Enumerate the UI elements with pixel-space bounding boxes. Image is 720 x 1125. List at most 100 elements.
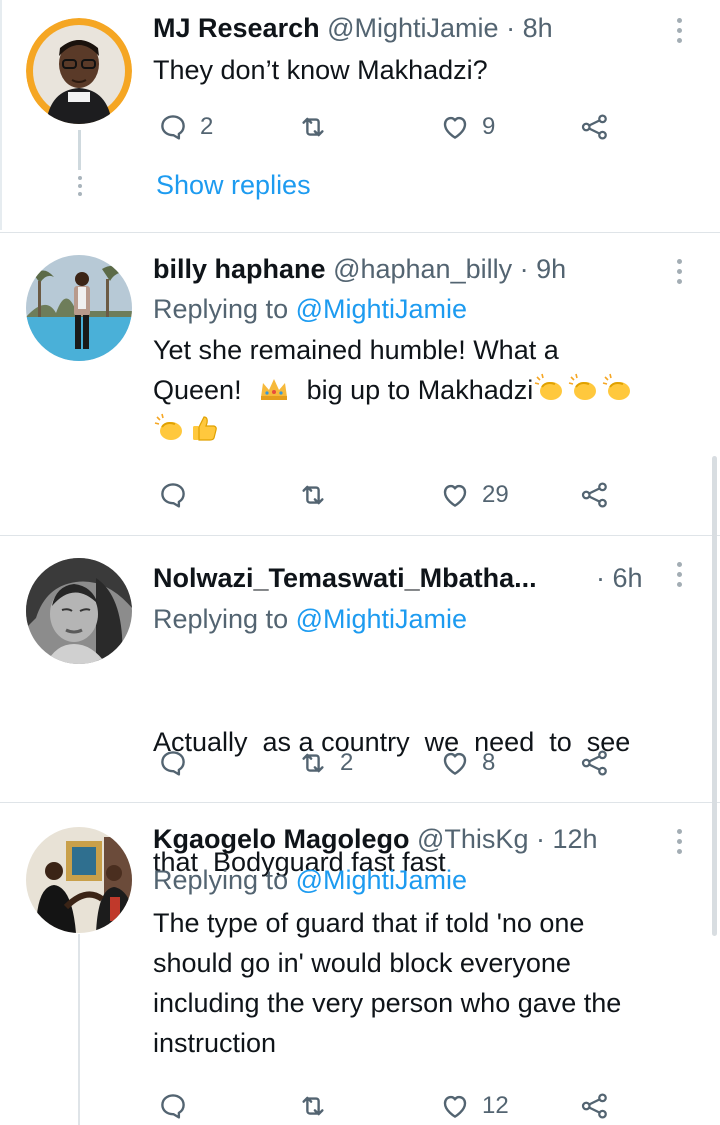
replying-to: Replying to @MightiJamie [153, 600, 688, 638]
tweet-text-line [153, 410, 688, 450]
like-button[interactable]: 8 [440, 746, 495, 780]
tweet-header: billy haphane @haphan_billy · 9h [153, 251, 688, 287]
retweet-count: 2 [340, 749, 354, 776]
reply-button[interactable] [158, 478, 200, 512]
author-handle[interactable]: @ThisKg [417, 824, 528, 854]
like-button[interactable]: 9 [440, 110, 495, 144]
author-name[interactable]: billy haphane [153, 254, 326, 284]
replying-label: Replying to [153, 294, 289, 324]
tweet-actions: 2 8 [158, 746, 628, 780]
replying-mention[interactable]: @MightiJamie [296, 865, 467, 895]
reply-count: 2 [200, 113, 214, 140]
timestamp[interactable]: · 12h [536, 824, 598, 854]
retweet-button[interactable] [298, 478, 340, 512]
like-button[interactable]: 12 [440, 1089, 509, 1123]
show-replies-link[interactable]: Show replies [156, 170, 311, 201]
tweet-body: billy haphane @haphan_billy · 9h Replyin… [153, 251, 688, 450]
tweet-text-fragment: big up to Makhadzi [306, 375, 534, 405]
retweet-icon [302, 117, 324, 137]
more-vertical-icon[interactable] [674, 259, 684, 289]
like-count: 12 [482, 1092, 509, 1119]
like-button[interactable]: 29 [440, 478, 509, 512]
thread-connector-line [78, 934, 80, 1125]
tweet-text-line: The type of guard that if told 'no one [153, 908, 585, 938]
heart-icon [443, 1095, 467, 1118]
reply-button[interactable] [158, 1089, 200, 1123]
reply-icon [161, 115, 185, 140]
like-count: 9 [482, 113, 496, 140]
replying-to: Replying to @MightiJamie [153, 861, 688, 899]
clapping-hands-emoji [153, 411, 187, 445]
share-button[interactable] [580, 746, 610, 780]
timestamp[interactable]: · 9h [520, 254, 567, 284]
clapping-hands-emoji [601, 371, 635, 405]
retweet-button[interactable] [298, 1089, 340, 1123]
share-button[interactable] [580, 1089, 610, 1123]
tweet-actions: 2 9 [158, 110, 628, 144]
tweet-actions: 29 [158, 478, 628, 512]
reply-button[interactable]: 2 [158, 110, 213, 144]
tweet-text-line: should go in' would block everyone [153, 948, 571, 978]
clapping-hands-emoji [567, 371, 601, 405]
reply-icon [161, 1094, 185, 1119]
like-count: 29 [482, 481, 509, 508]
tweet-kgaogelo[interactable]: Kgaogelo Magolego @ThisKg · 12h Replying… [0, 803, 720, 1125]
retweet-icon [302, 753, 324, 773]
tweet-text-line: They don’t know Makhadzi? [153, 55, 488, 85]
reply-button[interactable] [158, 746, 200, 780]
replying-mention[interactable]: @MightiJamie [296, 604, 467, 634]
like-count: 8 [482, 749, 496, 776]
tweet-nolwazi[interactable]: Nolwazi_Temaswati_Mbatha... · 6h Replyin… [0, 536, 720, 877]
tweet-text-fragment: Queen! [153, 375, 242, 405]
tweet-text-line: Queen! big up to Makhadzi [153, 370, 688, 410]
reply-icon [161, 483, 185, 508]
tweet-body: MJ Research @MightiJamie · 8h They don’t… [153, 10, 688, 90]
tweet-text-line: including the very person who gave the [153, 988, 622, 1018]
tweet-header: Nolwazi_Temaswati_Mbatha... · 6h [153, 560, 688, 596]
reply-icon [161, 751, 185, 776]
thumbs-up-emoji [187, 411, 221, 445]
tweet-text-line: instruction [153, 1028, 277, 1058]
retweet-icon [302, 485, 324, 505]
share-icon [581, 114, 607, 140]
timestamp[interactable]: · 8h [506, 13, 553, 43]
more-vertical-icon[interactable] [674, 829, 684, 859]
tweet-text: They don’t know Makhadzi? [153, 50, 688, 90]
more-vertical-icon[interactable] [674, 562, 684, 592]
author-name[interactable]: Kgaogelo Magolego [153, 824, 410, 854]
share-icon [581, 482, 607, 508]
heart-icon [443, 752, 467, 775]
tweet-header: MJ Research @MightiJamie · 8h [153, 10, 688, 46]
avatar[interactable] [26, 558, 132, 664]
tweet-billy-haphane[interactable]: billy haphane @haphan_billy · 9h Replyin… [0, 233, 720, 534]
avatar[interactable] [26, 255, 132, 361]
share-button[interactable] [580, 110, 610, 144]
share-icon [581, 750, 607, 776]
tweet-header: Kgaogelo Magolego @ThisKg · 12h [153, 821, 688, 857]
retweet-button[interactable]: 2 [298, 746, 353, 780]
timestamp[interactable]: · 6h [596, 560, 643, 596]
avatar[interactable] [26, 18, 132, 124]
tweet-actions: 12 [158, 1089, 628, 1123]
retweet-button[interactable] [298, 110, 340, 144]
replying-label: Replying to [153, 865, 289, 895]
heart-icon [443, 484, 467, 507]
author-name[interactable]: Nolwazi_Temaswati_Mbatha... [153, 563, 537, 593]
author-handle[interactable]: @haphan_billy [333, 254, 512, 284]
author-name[interactable]: MJ Research [153, 13, 320, 43]
retweet-icon [302, 1096, 324, 1116]
heart-icon [443, 116, 467, 139]
tweet-body: Kgaogelo Magolego @ThisKg · 12h Replying… [153, 821, 688, 1063]
more-vertical-icon[interactable] [674, 18, 684, 48]
author-handle[interactable]: @MightiJamie [327, 13, 498, 43]
avatar[interactable] [26, 827, 132, 933]
scrollbar[interactable] [712, 456, 717, 936]
share-icon [581, 1093, 607, 1119]
clapping-hands-emoji [533, 371, 567, 405]
tweet-mj-research[interactable]: MJ Research @MightiJamie · 8h They don’t… [0, 0, 720, 232]
tweet-text: The type of guard that if told 'no one s… [153, 903, 688, 1063]
share-button[interactable] [580, 478, 610, 512]
replying-to: Replying to @MightiJamie [153, 290, 688, 328]
replying-mention[interactable]: @MightiJamie [296, 294, 467, 324]
tweet-text-line: Yet she remained humble! What a [153, 335, 559, 365]
